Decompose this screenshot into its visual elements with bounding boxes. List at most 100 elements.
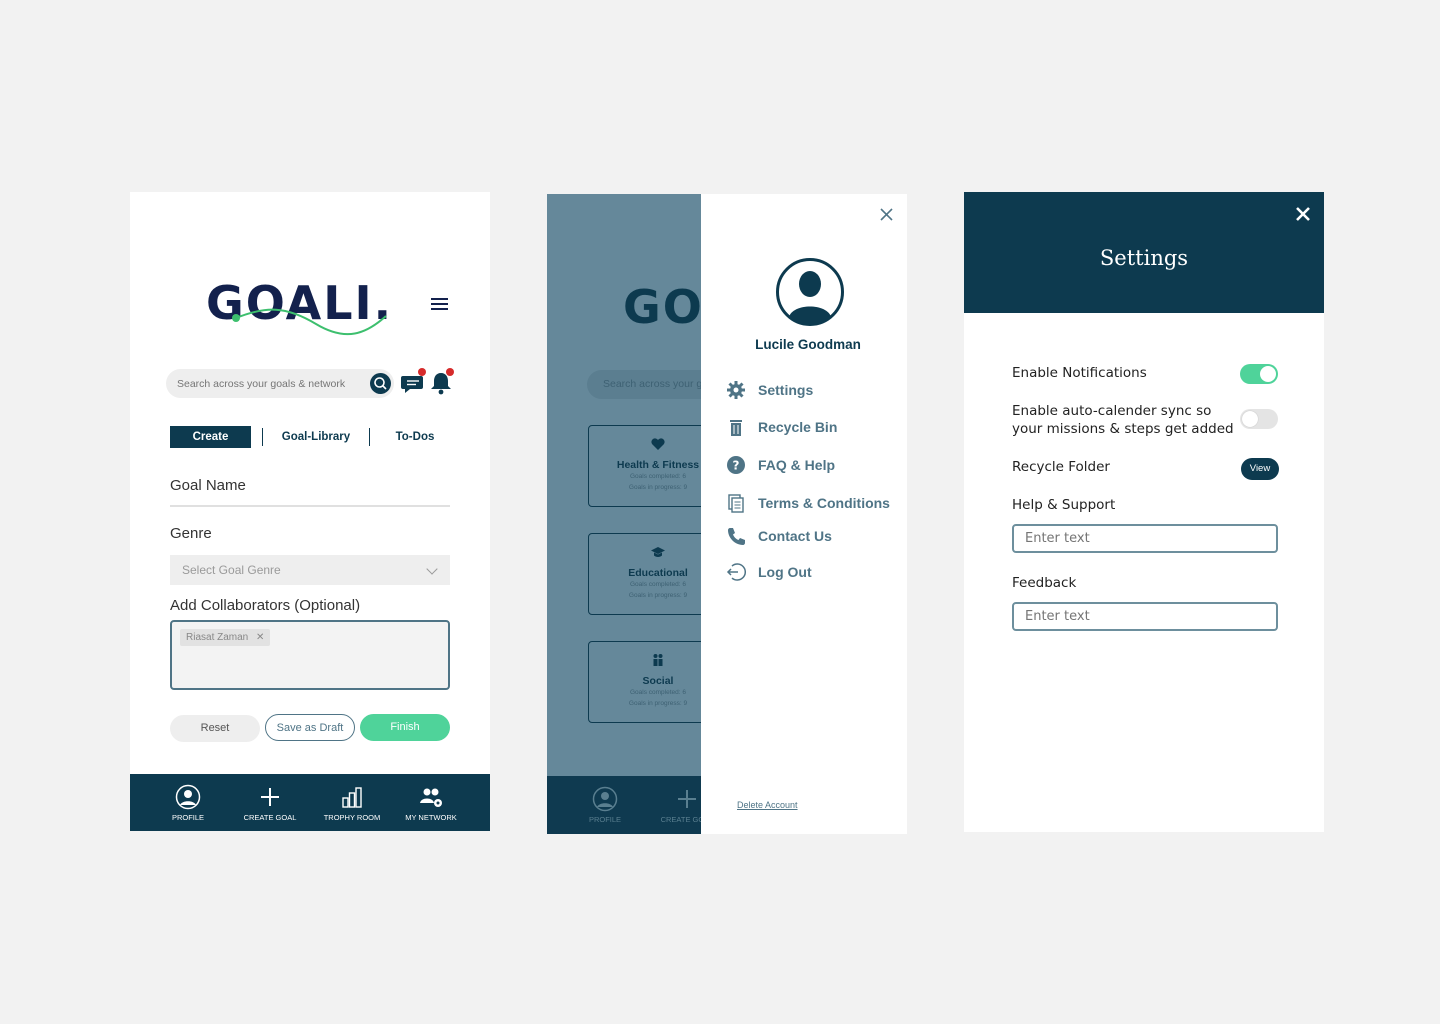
goal-name-field[interactable] (170, 505, 450, 507)
genre-card-educational: Educational Goals completed: 6 Goals in … (588, 533, 701, 615)
menu-label: Recycle Bin (758, 419, 838, 435)
tab-divider (262, 428, 263, 446)
network-icon (420, 788, 442, 807)
dimmed-background[interactable]: GOALI. Search across your goals & networ… (547, 194, 701, 834)
notification-badge (446, 368, 454, 376)
menu-label: Log Out (758, 564, 812, 580)
nav-label: PROFILE (171, 813, 205, 822)
reset-button[interactable]: Reset (170, 715, 260, 742)
genre-label: Genre (170, 525, 212, 542)
notifications-button[interactable] (428, 368, 454, 396)
messages-button[interactable] (400, 368, 426, 396)
document-icon (728, 494, 744, 513)
menu-item-contact[interactable]: Contact Us (726, 525, 832, 547)
menu-label: Contact Us (758, 528, 832, 544)
collaborators-label: Add Collaborators (Optional) (170, 597, 361, 614)
menu-item-recycle-bin[interactable]: Recycle Bin (726, 416, 837, 438)
create-goal-screen: GOALI. Create Goal-Library To-Dos Goal N… (130, 192, 490, 831)
help-support-input[interactable] (1012, 524, 1278, 553)
close-icon[interactable]: ✕ (256, 632, 264, 643)
feedback-label: Feedback (1012, 575, 1077, 591)
tab-bar: Create Goal-Library To-Dos (170, 426, 450, 448)
toggle-knob (1242, 411, 1258, 427)
nav-create-goal[interactable]: CREATE GOAL (647, 786, 701, 824)
card-title: Social (642, 675, 674, 687)
nav-label: MY NETWORK (405, 813, 457, 822)
tab-goal-library[interactable]: Goal-Library (274, 426, 358, 448)
nav-create-goal[interactable]: CREATE GOAL (230, 784, 310, 822)
genre-card-social: Social Goals completed: 6 Goals in progr… (588, 641, 701, 723)
notification-badge (418, 368, 426, 376)
enable-notifications-label: Enable Notifications (1012, 365, 1147, 381)
nav-label: CREATE GOAL (243, 813, 297, 822)
profile-icon (175, 784, 201, 810)
card-completed: Goals completed: 6 (629, 689, 686, 696)
search-bar: Search across your goals & network (587, 370, 701, 399)
menu-item-faq[interactable]: ? FAQ & Help (726, 454, 835, 476)
menu-label: Settings (758, 382, 814, 398)
close-icon[interactable] (880, 208, 893, 221)
goali-logo: GOALI. (623, 280, 701, 334)
goal-name-label: Goal Name (170, 477, 246, 494)
heart-icon (651, 438, 665, 450)
nav-profile[interactable]: PROFILE (565, 786, 645, 824)
page-title: Settings (1099, 246, 1189, 270)
people-icon (653, 654, 663, 666)
chevron-down-icon (426, 563, 438, 575)
plus-icon (261, 788, 279, 806)
card-completed: Goals completed: 6 (629, 581, 686, 588)
profile-icon (592, 786, 618, 812)
toggle-knob (1260, 366, 1276, 382)
tab-create[interactable]: Create (170, 426, 251, 448)
settings-header: Settings (964, 192, 1324, 313)
nav-label: CREATE GOAL (660, 815, 701, 824)
side-menu-screen: GOALI. Search across your goals & networ… (547, 194, 907, 834)
settings-screen: Settings Enable Notifications Enable aut… (964, 192, 1324, 832)
auto-sync-toggle[interactable] (1240, 409, 1278, 429)
auto-sync-label: Enable auto-calender sync so your missio… (1012, 402, 1234, 438)
avatar[interactable] (775, 257, 845, 327)
menu-item-logout[interactable]: Log Out (726, 561, 812, 583)
search-icon (374, 377, 387, 390)
recycle-folder-label: Recycle Folder (1012, 459, 1110, 475)
search-bar (166, 369, 394, 398)
trash-icon (730, 420, 742, 436)
auto-sync-line: Enable auto-calender sync so (1012, 403, 1212, 419)
goali-logo: GOALI. (206, 276, 406, 340)
card-title: Health & Fitness (616, 459, 700, 471)
menu-item-terms[interactable]: Terms & Conditions (726, 492, 890, 514)
graduation-cap-icon (651, 547, 665, 557)
finish-button[interactable]: Finish (360, 714, 450, 741)
search-button[interactable] (370, 373, 391, 394)
genre-placeholder: Select Goal Genre (182, 563, 281, 577)
nav-profile[interactable]: PROFILE (148, 784, 228, 822)
question-icon: ? (727, 456, 745, 474)
search-input[interactable] (177, 369, 367, 398)
tab-todos[interactable]: To-Dos (386, 426, 444, 448)
chip-label: Riasat Zaman (186, 632, 249, 643)
notifications-toggle[interactable] (1240, 364, 1278, 384)
nav-my-network[interactable]: MY NETWORK (391, 784, 471, 822)
view-button[interactable]: View (1241, 458, 1279, 480)
collaborators-input[interactable]: Riasat Zaman ✕ (170, 620, 450, 690)
card-completed: Goals completed: 6 (629, 473, 686, 480)
collaborator-chip: Riasat Zaman ✕ (180, 629, 271, 646)
user-name: Lucile Goodman (755, 337, 861, 352)
card-progress: Goals in progress: 9 (628, 592, 688, 599)
save-draft-button[interactable]: Save as Draft (265, 714, 355, 741)
auto-sync-line: your missions & steps get added (1012, 421, 1234, 437)
bar-chart-icon (342, 787, 362, 808)
delete-account-link[interactable]: Delete Account (737, 800, 798, 810)
menu-item-settings[interactable]: Settings (726, 379, 813, 401)
menu-label: FAQ & Help (758, 457, 836, 473)
card-title: Educational (628, 567, 688, 579)
phone-icon (728, 528, 745, 545)
genre-select[interactable]: Select Goal Genre (170, 555, 450, 585)
gear-icon (727, 381, 745, 399)
bottom-nav: PROFILE CREATE GOAL (547, 776, 701, 834)
nav-trophy-room[interactable]: TROPHY ROOM (312, 784, 392, 822)
feedback-input[interactable] (1012, 602, 1278, 631)
menu-label: Terms & Conditions (758, 495, 890, 511)
menu-icon[interactable] (431, 298, 448, 310)
close-icon[interactable] (1296, 207, 1310, 221)
